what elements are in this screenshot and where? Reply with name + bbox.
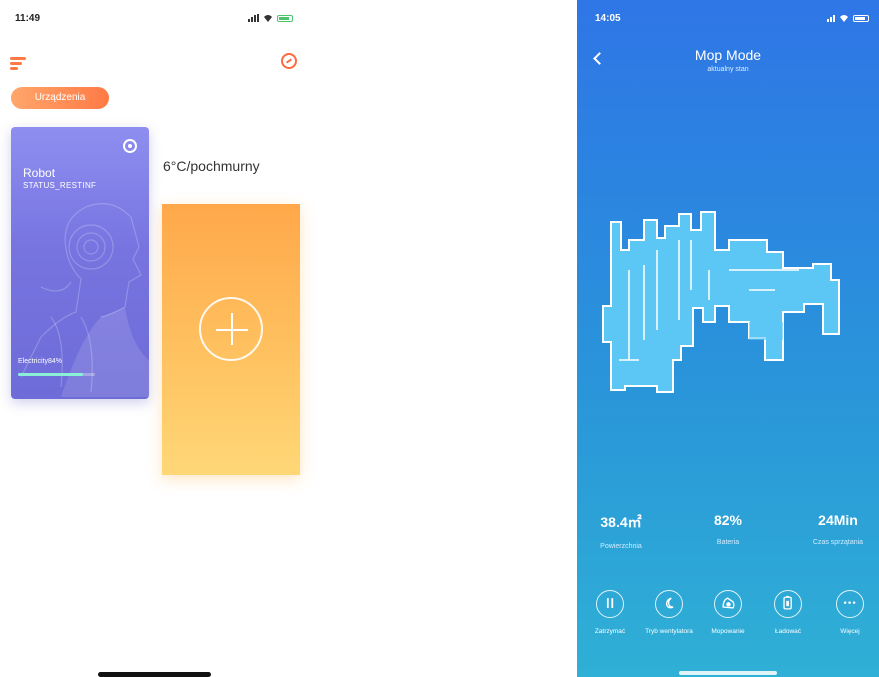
mop-icon[interactable] [714, 590, 742, 618]
stat-area-label: Powierzchnia [600, 543, 642, 550]
mode-subtitle: aktualny stan [707, 66, 749, 73]
plus-icon[interactable] [199, 297, 263, 361]
status-time: 11:49 [15, 13, 41, 24]
menu-icon[interactable] [10, 57, 26, 70]
electricity-bar-fill [18, 373, 83, 376]
signal-icon [827, 14, 835, 22]
fan-mode-icon[interactable] [655, 590, 683, 618]
battery-icon [277, 14, 293, 22]
stat-time-value: 24Min [818, 512, 858, 528]
stat-time-label: Czas sprzątania [812, 539, 864, 546]
left-phone-screen: 11:49 Urządzenia Robot STATUS_RESTINF El… [0, 0, 320, 677]
more-icon[interactable] [836, 590, 864, 618]
robot-illustration [21, 203, 149, 397]
signal-icon [248, 14, 259, 22]
stat-area-value: 38.4㎡ [600, 514, 642, 530]
stat-battery: 82% Bateria [698, 512, 758, 546]
stat-area: 38.4㎡ Powierzchnia [591, 512, 651, 550]
status-icons [248, 14, 293, 22]
status-icons [827, 14, 869, 22]
action-charge-label: Ładować [774, 628, 802, 635]
action-fan-mode[interactable]: Tryb wentylatora [639, 590, 699, 636]
stat-time: 24Min Czas sprzątania [799, 512, 877, 546]
action-pause-label: Zatrzymać [594, 628, 626, 635]
home-indicator [679, 671, 777, 675]
action-more-label: Więcej [840, 628, 860, 635]
action-mop-label: Mopowanie [711, 628, 745, 635]
cleaning-map[interactable] [599, 210, 844, 400]
action-fan-mode-label: Tryb wentylatora [645, 628, 693, 635]
electricity-bar [18, 373, 95, 376]
robot-name: Robot [23, 166, 56, 180]
settings-gear-icon[interactable] [123, 139, 137, 153]
home-indicator [98, 672, 211, 677]
robot-device-card[interactable]: Robot STATUS_RESTINF Electricity84% [11, 127, 149, 399]
mode-title: Mop Mode [694, 47, 762, 63]
devices-tab[interactable]: Urządzenia [11, 87, 109, 109]
weather-label: 6°C/pochmurny [163, 158, 260, 174]
battery-icon [853, 14, 869, 22]
wifi-icon [840, 15, 848, 22]
action-charge[interactable]: Ładować [758, 590, 818, 636]
wifi-icon [264, 15, 272, 22]
stat-battery-label: Bateria [716, 539, 740, 546]
action-mop[interactable]: Mopowanie [698, 590, 758, 636]
pause-icon[interactable] [596, 590, 624, 618]
robot-status: STATUS_RESTINF [23, 181, 97, 190]
status-time: 14:05 [595, 13, 621, 24]
right-phone-screen: 14:05 Mop Mode aktualny stan 38.4㎡ Powie… [577, 0, 879, 677]
charge-icon[interactable] [774, 590, 802, 618]
action-pause[interactable]: Zatrzymać [580, 590, 640, 636]
action-more[interactable]: Więcej [820, 590, 879, 636]
message-icon[interactable] [281, 53, 297, 69]
stat-battery-value: 82% [713, 512, 743, 528]
add-device-card[interactable] [162, 204, 300, 475]
electricity-label: Electricity84% [18, 358, 62, 365]
